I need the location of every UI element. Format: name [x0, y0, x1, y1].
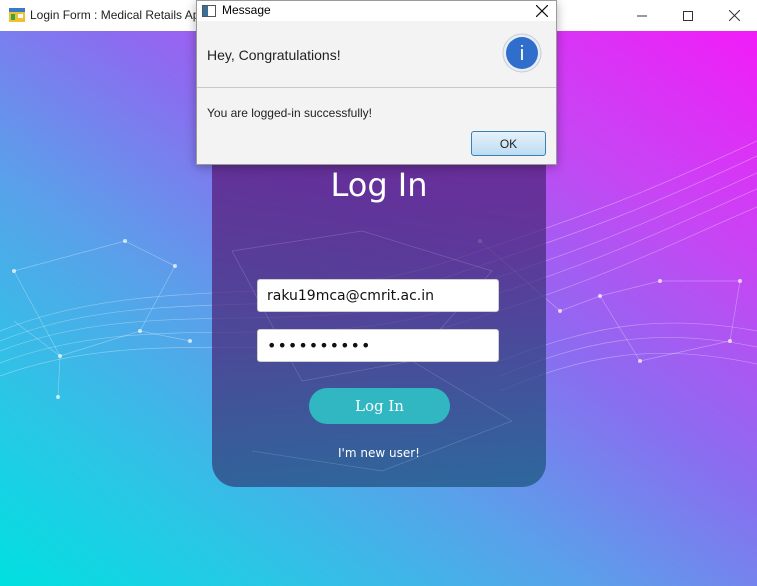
- ok-button[interactable]: OK: [471, 131, 546, 156]
- info-icon-glyph: i: [520, 43, 524, 65]
- password-field[interactable]: ••••••••••: [257, 329, 499, 362]
- minimize-button[interactable]: [619, 0, 665, 31]
- dialog-message: You are logged-in successfully!: [207, 106, 372, 120]
- maximize-button[interactable]: [665, 0, 711, 31]
- login-heading: Log In: [330, 166, 428, 204]
- email-field[interactable]: raku19mca@cmrit.ac.in: [257, 279, 499, 312]
- dialog-header: Hey, Congratulations! i: [197, 21, 556, 88]
- dialog-titlebar: Message: [197, 1, 556, 21]
- dialog-title: Message: [222, 3, 271, 17]
- info-icon: i: [502, 33, 542, 73]
- minimize-icon: [637, 15, 647, 16]
- close-button[interactable]: [711, 0, 757, 31]
- message-dialog: Message Hey, Congratulations! i You are …: [196, 0, 557, 165]
- maximize-icon: [683, 10, 693, 21]
- login-button[interactable]: Log In: [309, 388, 450, 424]
- close-icon: [728, 10, 740, 21]
- dialog-window-icon: [202, 4, 216, 17]
- close-icon: [536, 5, 548, 17]
- dialog-body: You are logged-in successfully! OK: [197, 88, 556, 164]
- dialog-header-text: Hey, Congratulations!: [207, 47, 341, 63]
- new-user-link[interactable]: I'm new user!: [212, 446, 546, 460]
- app-icon: [9, 8, 25, 22]
- dialog-close-button[interactable]: [532, 1, 552, 21]
- window-title: Login Form : Medical Retails Ap: [30, 8, 200, 22]
